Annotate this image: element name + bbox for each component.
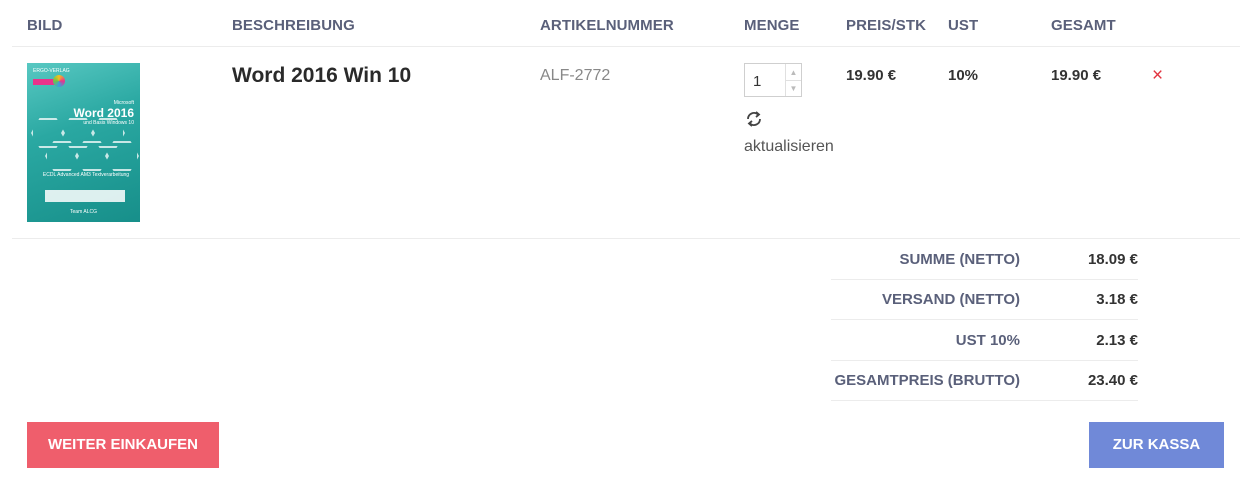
product-description[interactable]: Word 2016 Win 10 [232, 64, 411, 88]
summary-value-gross: 23.40 € [1087, 372, 1138, 389]
header-article-number: ARTIKELNUMMER [540, 17, 674, 34]
summary-value-shipping: 3.18 € [1096, 291, 1138, 308]
cover-author: Team ALCG [70, 209, 97, 215]
summary-label-vat: UST 10% [955, 332, 1020, 349]
product-image[interactable]: ERGO-VERLAG Microsoft Word 2016 und Basi… [27, 63, 140, 222]
summary-value-net: 18.09 € [1087, 251, 1138, 268]
header-total: GESAMT [1051, 17, 1116, 34]
quantity-input[interactable]: 1 [753, 73, 761, 90]
header-image: BILD [27, 17, 63, 34]
summary-divider [831, 360, 1138, 361]
vat-rate: 10% [948, 67, 979, 84]
summary-divider [831, 400, 1138, 401]
cover-title: Word 2016 [73, 106, 134, 120]
row-divider [12, 238, 1240, 239]
remove-item-icon[interactable]: × [1152, 65, 1163, 87]
header-divider [12, 46, 1240, 47]
summary-divider [831, 279, 1138, 280]
continue-shopping-button[interactable]: WEITER EINKAUFEN [27, 422, 219, 468]
cover-color-strip [33, 79, 55, 85]
checkout-button[interactable]: ZUR KASSA [1089, 422, 1224, 468]
article-number: ALF-2772 [540, 67, 611, 84]
summary-label-gross: GESAMTPREIS (BRUTTO) [834, 372, 1020, 389]
line-total: 19.90 € [1051, 67, 1102, 84]
refresh-icon[interactable] [744, 109, 764, 129]
header-vat: UST [948, 17, 979, 34]
summary-divider [831, 319, 1138, 320]
quantity-up-icon[interactable]: ▲ [785, 64, 801, 80]
cover-series: ECDL Advanced AM3 Textverarbeitung [42, 172, 130, 178]
cover-subtitle: und Basis Windows 10 [83, 120, 134, 126]
summary-label-net: SUMME (NETTO) [899, 251, 1020, 268]
cover-logo-icon [53, 75, 65, 87]
quantity-down-icon[interactable]: ▼ [785, 80, 801, 96]
header-description: BESCHREIBUNG [232, 17, 355, 34]
cover-publisher: ERGO-VERLAG [33, 68, 70, 74]
update-link[interactable]: aktualisieren [744, 138, 834, 156]
unit-price: 19.90 € [846, 67, 897, 84]
quantity-stepper[interactable]: 1 ▲ ▼ [744, 63, 802, 97]
cover-badge [45, 190, 125, 202]
header-quantity: MENGE [744, 17, 800, 34]
summary-label-shipping: VERSAND (NETTO) [881, 291, 1020, 308]
summary-value-vat: 2.13 € [1096, 332, 1138, 349]
header-unit-price: PREIS/STK [846, 17, 927, 34]
